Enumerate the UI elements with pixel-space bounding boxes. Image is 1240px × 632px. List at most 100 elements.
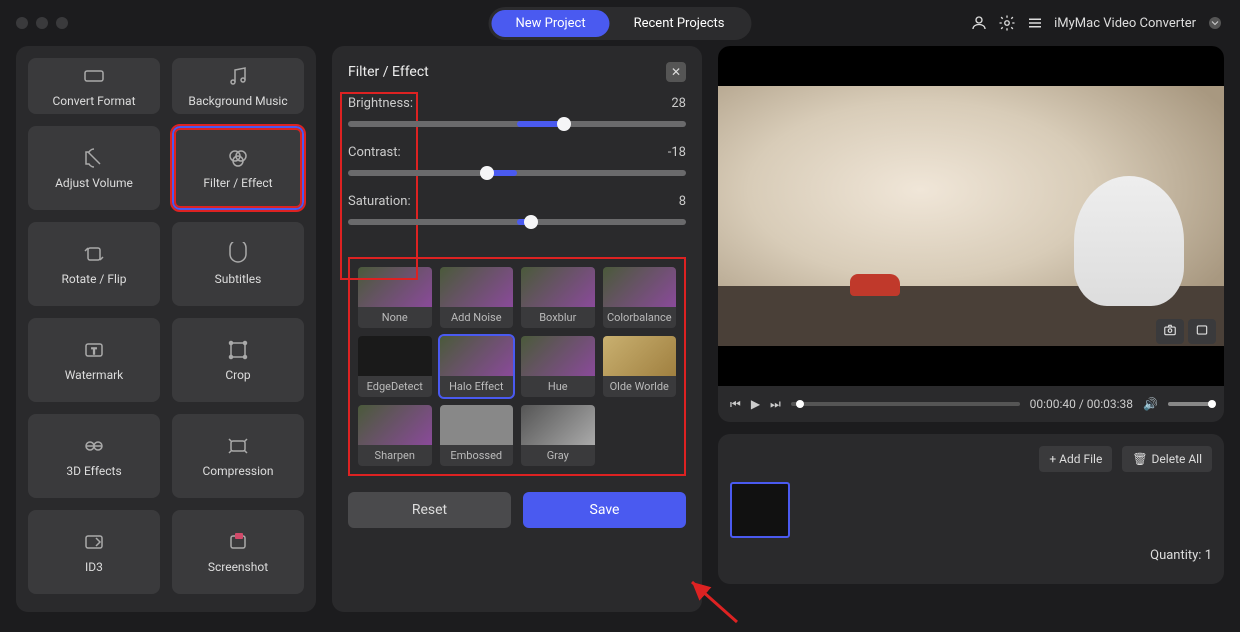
brightness-value: 28 bbox=[671, 96, 686, 111]
tool-compression[interactable]: Compression bbox=[172, 414, 304, 498]
progress-bar[interactable] bbox=[791, 402, 1020, 406]
saturation-thumb[interactable] bbox=[524, 215, 538, 229]
video-preview[interactable] bbox=[718, 46, 1224, 386]
play-button[interactable]: ▶ bbox=[751, 397, 760, 411]
saturation-slider[interactable] bbox=[348, 219, 686, 225]
tool-filter-effect[interactable]: Filter / Effect bbox=[172, 126, 304, 210]
filter-tile-add-noise[interactable]: Add Noise bbox=[440, 267, 514, 328]
tool-label: Crop bbox=[225, 368, 250, 382]
fullscreen-icon[interactable] bbox=[1188, 319, 1216, 344]
tool-convert-format[interactable]: Convert Format bbox=[28, 58, 160, 114]
watermark-icon: T bbox=[78, 338, 110, 362]
filter-tile-embossed[interactable]: Embossed bbox=[440, 405, 514, 466]
app-name: iMyMac Video Converter bbox=[1054, 16, 1196, 31]
tool-id3[interactable]: ID3 bbox=[28, 510, 160, 594]
tab-new-project[interactable]: New Project bbox=[491, 10, 609, 37]
time-display: 00:00:40 / 00:03:38 bbox=[1030, 397, 1133, 411]
volume-icon[interactable]: 🔊 bbox=[1143, 397, 1158, 411]
contrast-value: -18 bbox=[668, 145, 686, 160]
screenshot-icon bbox=[222, 530, 254, 554]
contrast-row: Contrast: -18 bbox=[348, 145, 686, 176]
volume-thumb[interactable] bbox=[1208, 400, 1216, 408]
tool-label: Rotate / Flip bbox=[61, 272, 126, 286]
dropdown-icon[interactable] bbox=[1206, 14, 1224, 32]
add-file-button[interactable]: + Add File bbox=[1039, 446, 1112, 472]
minimize-window-icon[interactable] bbox=[36, 17, 48, 29]
tool-label: 3D Effects bbox=[66, 464, 121, 478]
tab-recent-projects[interactable]: Recent Projects bbox=[610, 10, 749, 37]
three-d-icon bbox=[78, 434, 110, 458]
tool-watermark[interactable]: T Watermark bbox=[28, 318, 160, 402]
top-right: iMyMac Video Converter bbox=[970, 14, 1224, 32]
filter-label: Gray bbox=[521, 445, 595, 466]
tool-label: Watermark bbox=[65, 368, 124, 382]
account-icon[interactable] bbox=[970, 14, 988, 32]
close-window-icon[interactable] bbox=[16, 17, 28, 29]
playback-controls: ⏮ ▶ ⏭ 00:00:40 / 00:03:38 🔊 bbox=[718, 386, 1224, 422]
filter-label: Colorbalance bbox=[603, 307, 677, 328]
subtitles-icon bbox=[222, 242, 254, 266]
tool-label: Filter / Effect bbox=[203, 176, 272, 190]
close-panel-button[interactable]: ✕ bbox=[666, 62, 686, 82]
volume-icon bbox=[78, 146, 110, 170]
contrast-label: Contrast: bbox=[348, 145, 401, 160]
filter-tile-boxblur[interactable]: Boxblur bbox=[521, 267, 595, 328]
filter-tile-none[interactable]: None bbox=[358, 267, 432, 328]
filter-label: None bbox=[358, 307, 432, 328]
compression-icon bbox=[222, 434, 254, 458]
volume-slider[interactable] bbox=[1168, 402, 1212, 406]
contrast-thumb[interactable] bbox=[480, 166, 494, 180]
filter-thumb bbox=[440, 267, 514, 307]
quantity-label: Quantity: 1 bbox=[1150, 548, 1212, 563]
filter-tile-colorbalance[interactable]: Colorbalance bbox=[603, 267, 677, 328]
brightness-row: Brightness: 28 bbox=[348, 96, 686, 127]
filter-tile-halo-effect[interactable]: Halo Effect bbox=[440, 336, 514, 397]
filter-thumb bbox=[521, 405, 595, 445]
progress-thumb[interactable] bbox=[796, 400, 804, 408]
delete-all-button[interactable]: 🗑Delete All bbox=[1122, 446, 1212, 472]
reset-button[interactable]: Reset bbox=[348, 492, 511, 528]
preview-object-cat bbox=[1074, 176, 1184, 306]
filter-grid: None Add Noise Boxblur Colorbalance EdgeDete… bbox=[358, 267, 676, 466]
filter-label: Hue bbox=[521, 376, 595, 397]
filter-tile-sharpen[interactable]: Sharpen bbox=[358, 405, 432, 466]
filter-thumb bbox=[358, 267, 432, 307]
tool-subtitles[interactable]: Subtitles bbox=[172, 222, 304, 306]
next-frame-button[interactable]: ⏭ bbox=[770, 397, 781, 412]
tool-rotate-flip[interactable]: Rotate / Flip bbox=[28, 222, 160, 306]
maximize-window-icon[interactable] bbox=[56, 17, 68, 29]
contrast-slider[interactable] bbox=[348, 170, 686, 176]
filter-effect-icon bbox=[222, 146, 254, 170]
saturation-label: Saturation: bbox=[348, 194, 411, 209]
filter-tile-gray[interactable]: Gray bbox=[521, 405, 595, 466]
tool-adjust-volume[interactable]: Adjust Volume bbox=[28, 126, 160, 210]
file-panel: + Add File 🗑Delete All Quantity: 1 bbox=[718, 434, 1224, 584]
filter-label: Add Noise bbox=[440, 307, 514, 328]
tool-crop[interactable]: Crop bbox=[172, 318, 304, 402]
tool-3d-effects[interactable]: 3D Effects bbox=[28, 414, 160, 498]
svg-text:T: T bbox=[92, 347, 97, 356]
tool-label: Compression bbox=[202, 464, 273, 478]
filter-label: EdgeDetect bbox=[358, 376, 432, 397]
settings-icon[interactable] bbox=[998, 14, 1016, 32]
prev-frame-button[interactable]: ⏮ bbox=[730, 397, 741, 412]
rotate-icon bbox=[78, 242, 110, 266]
filter-tile-edgedetect[interactable]: EdgeDetect bbox=[358, 336, 432, 397]
tool-label: Convert Format bbox=[52, 94, 135, 108]
save-button[interactable]: Save bbox=[523, 492, 686, 528]
crop-icon bbox=[222, 338, 254, 362]
filter-tile-olde-worlde[interactable]: Olde Worlde bbox=[603, 336, 677, 397]
tool-background-music[interactable]: Background Music bbox=[172, 58, 304, 114]
brightness-slider[interactable] bbox=[348, 121, 686, 127]
preview-object-car bbox=[850, 274, 900, 296]
filter-tile-hue[interactable]: Hue bbox=[521, 336, 595, 397]
tool-screenshot[interactable]: Screenshot bbox=[172, 510, 304, 594]
filter-label: Embossed bbox=[440, 445, 514, 466]
filter-label: Boxblur bbox=[521, 307, 595, 328]
clip-thumbnail[interactable] bbox=[730, 482, 790, 538]
filter-label: Halo Effect bbox=[440, 376, 514, 397]
snapshot-icon[interactable] bbox=[1156, 319, 1184, 344]
menu-icon[interactable] bbox=[1026, 14, 1044, 32]
brightness-thumb[interactable] bbox=[557, 117, 571, 131]
music-icon bbox=[222, 64, 254, 88]
